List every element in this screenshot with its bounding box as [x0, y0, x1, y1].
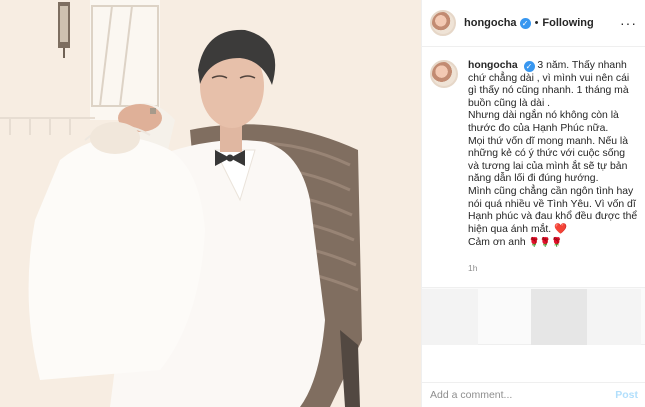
- caption-line-3: Mọi thứ vốn dĩ mong manh. Nếu là những k…: [468, 135, 629, 185]
- post-caption: hongocha ✓ 3 năm. Thấy nhanh chứ chẳng d…: [422, 60, 645, 250]
- post-timestamp[interactable]: 1h: [468, 263, 477, 273]
- verified-badge-icon: ✓: [519, 17, 531, 29]
- comment-input[interactable]: [430, 389, 616, 401]
- caption-paragraph-1: hongocha ✓ 3 năm. Thấy nhanh chứ chẳng d…: [468, 60, 638, 110]
- rose-icons: 🌹🌹🌹: [528, 237, 563, 248]
- post-photo[interactable]: [0, 0, 421, 407]
- photo-illustration: [0, 0, 421, 407]
- caption-paragraph-4: Mình cũng chẳng cần ngôn tình hay nói qu…: [468, 186, 638, 236]
- caption-line-4: Mình cũng chẳng cần ngôn tình hay nói qu…: [468, 185, 638, 235]
- avatar[interactable]: [430, 10, 456, 36]
- caption-username[interactable]: hongocha: [468, 60, 518, 71]
- caption-body: hongocha ✓ 3 năm. Thấy nhanh chứ chẳng d…: [468, 60, 638, 250]
- placeholder-block: [587, 289, 641, 345]
- post-header: hongocha ✓ • Following ···: [422, 0, 645, 47]
- post-details-panel: hongocha ✓ • Following ··· hongocha ✓ 3 …: [421, 0, 645, 407]
- heart-icon: ❤️: [554, 223, 568, 235]
- placeholder-block: [531, 289, 587, 345]
- loading-placeholder-row: [422, 287, 645, 345]
- following-button[interactable]: Following: [542, 17, 593, 29]
- header-username[interactable]: hongocha: [464, 17, 517, 29]
- more-options-icon[interactable]: ···: [620, 16, 637, 30]
- caption-closing: Cảm ơn anh: [468, 237, 526, 249]
- post-comment-button[interactable]: Post: [615, 389, 638, 401]
- verified-badge-icon: ✓: [523, 61, 535, 72]
- comment-bar: Post: [422, 382, 645, 407]
- caption-paragraph-5: Cảm ơn anh 🌹🌹🌹: [468, 236, 638, 250]
- placeholder-block: [422, 289, 478, 345]
- header-separator: •: [534, 17, 539, 29]
- caption-line-2: Nhưng dài ngắn nó không còn là thước đo …: [468, 110, 619, 134]
- caption-avatar[interactable]: [430, 60, 458, 88]
